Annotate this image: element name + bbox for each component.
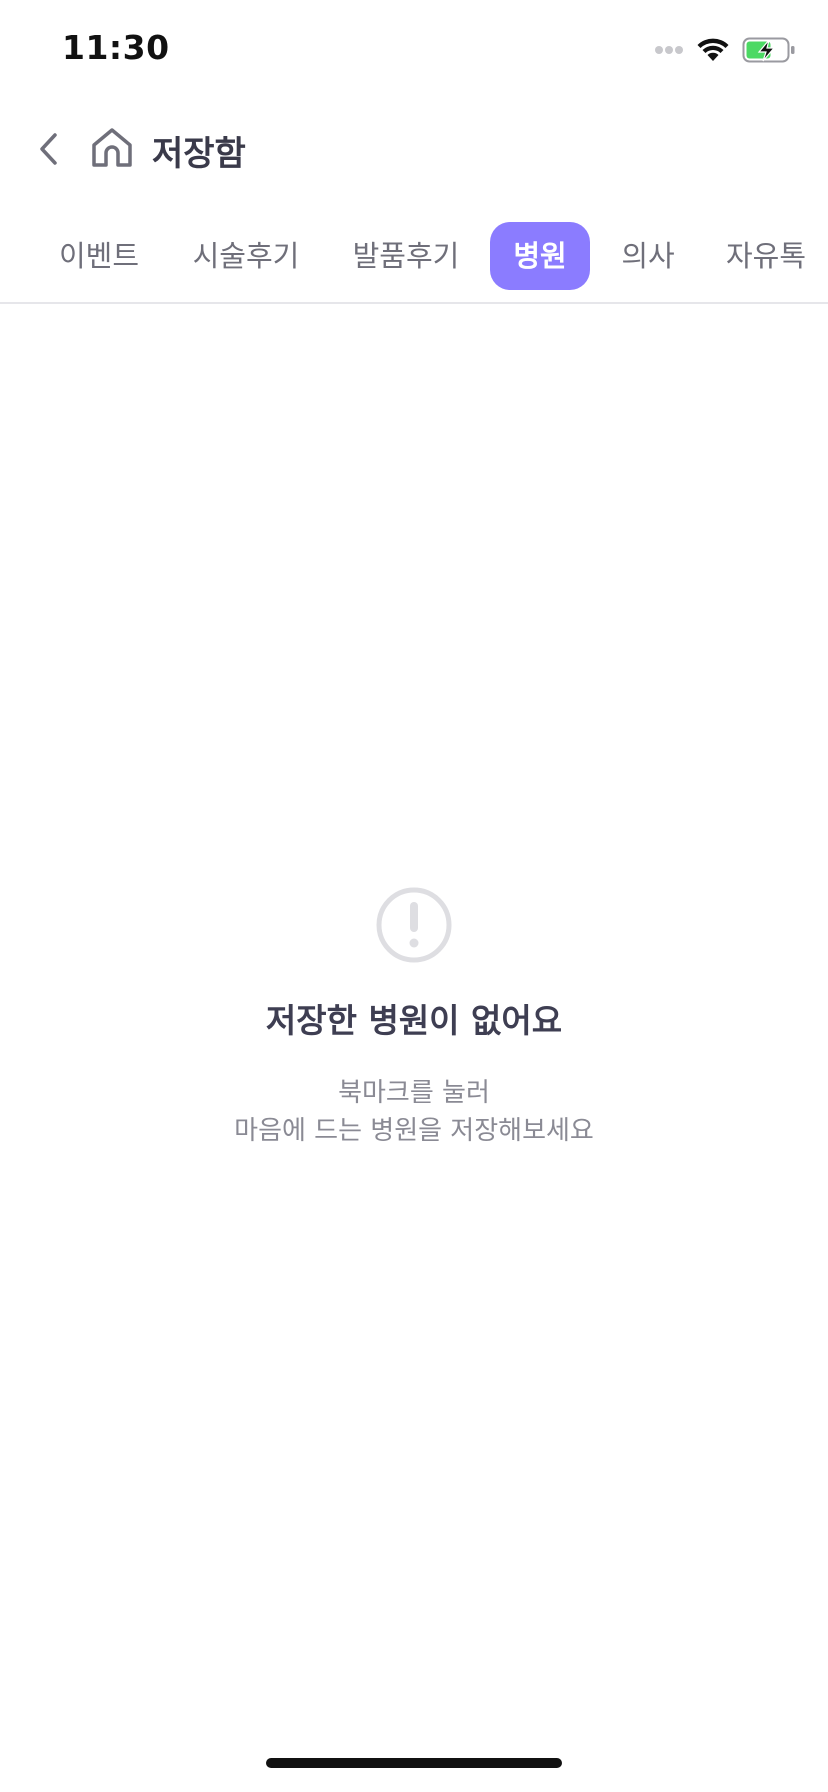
page-title: 저장함 <box>152 134 246 174</box>
wifi-icon <box>697 38 729 61</box>
battery-charging-icon <box>742 37 795 63</box>
signal-dots-icon <box>655 46 683 54</box>
empty-title: 저장한 병원이 없어요 <box>265 1001 563 1040</box>
empty-description-line1: 북마크를 눌러 <box>338 1078 490 1108</box>
chevron-left-icon <box>40 133 57 165</box>
tab-event[interactable]: 이벤트 <box>44 222 154 290</box>
home-indicator <box>266 1758 562 1768</box>
empty-description: 북마크를 눌러 마음에 드는 병원을 저장해보세요 <box>0 1074 828 1150</box>
exclamation-circle-icon <box>376 887 452 963</box>
status-time: 11:30 <box>62 28 170 67</box>
home-button[interactable] <box>88 120 136 174</box>
tab-free-talk[interactable]: 자유톡 <box>716 222 816 290</box>
header: 저장함 <box>0 110 828 190</box>
back-button[interactable] <box>28 124 68 174</box>
home-icon <box>92 128 132 167</box>
screen: 11:30 저장함 이벤트 시술후기 발품후기 병원 의사 자유톡 저장한 병원… <box>0 0 828 1792</box>
empty-description-line2: 마음에 드는 병원을 저장해보세요 <box>234 1116 594 1146</box>
tab-visit-review[interactable]: 발품후기 <box>340 222 472 290</box>
status-bar: 11:30 <box>0 0 828 100</box>
tab-procedure-review[interactable]: 시술후기 <box>180 222 312 290</box>
tab-doctor[interactable]: 의사 <box>608 222 688 290</box>
status-icons <box>654 36 796 64</box>
tab-hospital[interactable]: 병원 <box>490 222 590 290</box>
empty-state: 저장한 병원이 없어요 북마크를 눌러 마음에 드는 병원을 저장해보세요 <box>0 886 828 1150</box>
tab-bar: 이벤트 시술후기 발품후기 병원 의사 자유톡 <box>0 220 828 304</box>
